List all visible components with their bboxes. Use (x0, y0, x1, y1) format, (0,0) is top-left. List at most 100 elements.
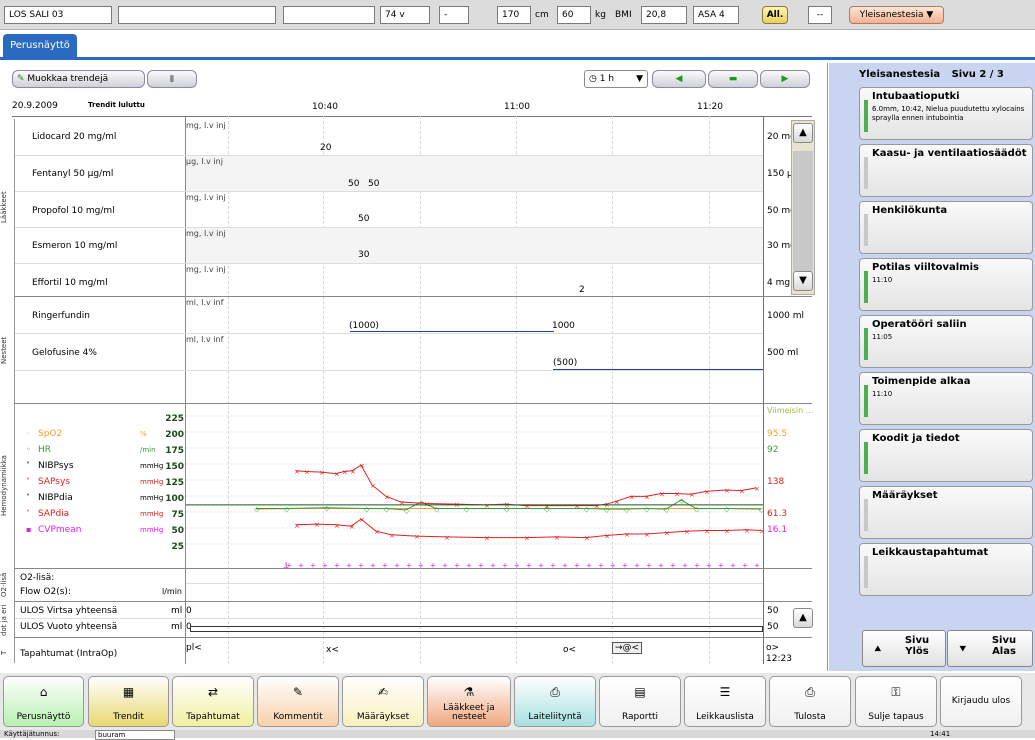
nav-button[interactable]: ⎙ Laiteliityntä (514, 676, 596, 727)
fluid-total: 500 ml (767, 348, 799, 358)
sapdia-line-point: × (644, 531, 650, 539)
series-unit: mmHg (140, 478, 164, 486)
hr-line-point: ◇ (404, 507, 410, 515)
sapsys-line-point: × (659, 491, 665, 499)
hr-line-point: ◇ (254, 505, 260, 513)
output-bar (190, 626, 763, 632)
hr-line-point: ◇ (434, 505, 440, 513)
card-title: Kaasu- ja ventilaatiosäädöt (872, 148, 1027, 159)
nav-label: Trendit (113, 712, 144, 722)
nav-button[interactable]: ⌂ Perusnäyttö (3, 676, 84, 727)
event-mark[interactable]: pl< (186, 643, 202, 653)
latest-value: 92 (767, 445, 779, 455)
row-divider (15, 227, 763, 228)
procedure-card[interactable]: Intubaatioputki 6.0mm, 10:42, Nielua puud… (859, 87, 1033, 140)
sapdia-line-point: × (374, 528, 380, 536)
nav-button[interactable]: ☰ Leikkauslista (684, 676, 766, 727)
anesthesia-type-button[interactable]: Yleisanestesia ▼ (849, 6, 944, 24)
meds-scroll-thumb[interactable] (793, 151, 813, 271)
scroll-right-button[interactable]: ▶ (760, 70, 810, 88)
nav-button[interactable]: ✎ Kommentit (257, 676, 339, 727)
nav-button[interactable]: ⎙ Tulosta (769, 676, 851, 727)
range-select[interactable]: ◷ 1 h ▼ (584, 70, 648, 88)
nav-button[interactable]: ⚗ Lääkkeet ja nesteet (427, 676, 511, 727)
procedure-card[interactable]: Toimenpide alkaa 11:10 (859, 372, 1033, 425)
chevron-down-icon: ▼ (636, 74, 643, 84)
sapdia-line-point: × (664, 530, 670, 538)
sapdia-line-point: × (554, 534, 560, 542)
event-mark[interactable]: o< (563, 645, 576, 655)
section-rule (14, 637, 812, 638)
nav-button[interactable]: Kirjaudu ulos (940, 676, 1022, 727)
procedure-card[interactable]: Operatööri saliin 11:05 (859, 315, 1033, 368)
sapsys-line-point: × (350, 468, 356, 476)
card-title: Potilas viiltovalmis (872, 262, 979, 273)
hr-line-point: ◇ (324, 505, 330, 513)
nav-button[interactable]: ▤ Raportti (599, 676, 681, 727)
procedure-card[interactable]: Kaasu- ja ventilaatiosäädöt (859, 144, 1033, 197)
series-unit: mmHg (140, 494, 164, 502)
clock-icon: ◷ (589, 74, 597, 84)
edit-trends-button[interactable]: ✎ Muokkaa trendejä (12, 70, 145, 88)
nav-button[interactable]: ⇄ Tapahtumat (172, 676, 254, 727)
event-mark[interactable]: x< (326, 645, 339, 655)
procedure-card[interactable]: Leikkaustapahtumat (859, 543, 1033, 596)
scroll-up-button[interactable]: ▲ (793, 123, 813, 143)
series-unit: % (140, 430, 147, 438)
hr-line-point: ◇ (679, 497, 685, 505)
bmi-field: 20,8 (641, 6, 687, 24)
latest-values-label: Viimeisin ... (767, 406, 814, 415)
series-marker-icon: ˅ (26, 461, 30, 470)
page-down-button[interactable]: ⯆ Sivu Alas (947, 630, 1033, 667)
asa-field: ASA 4 (693, 6, 739, 24)
output-scroll-up-button[interactable]: ▲ (793, 608, 813, 628)
status-indicator (864, 385, 868, 417)
procedure-card[interactable]: Henkilökunta (859, 201, 1033, 254)
series-unit: mmHg (140, 510, 164, 518)
patient-id-field (118, 6, 276, 24)
scale-tick-label: 150 (165, 462, 184, 472)
meds-scrollbar[interactable]: ▲ ▼ (791, 120, 815, 295)
print-trends-button[interactable]: ▮ (147, 70, 197, 88)
row-divider (15, 333, 763, 334)
allergy-button[interactable]: All. (762, 6, 788, 24)
arrow-down-icon: ⯆ (958, 642, 968, 656)
nav-label: Sulje tapaus (868, 712, 924, 722)
age-field: 74 v (380, 6, 430, 24)
tab-main-view[interactable]: Perusnäyttö (3, 34, 77, 60)
nav-button[interactable]: ⚿ Sulje tapaus (855, 676, 937, 727)
procedure-card[interactable]: Määräykset (859, 486, 1033, 539)
trend-panel: ✎ Muokkaa trendejä ▮ ◷ 1 h ▼ ◀ ▬ ▶ 20.9.… (0, 63, 828, 671)
med-unit: mg, I.v inj (186, 229, 226, 238)
sapdia-line-point: × (414, 533, 420, 541)
nav-button[interactable]: ✍ Määräykset (342, 676, 424, 727)
sex-field: - (439, 6, 469, 24)
scale-tick-label: 200 (165, 430, 184, 440)
status-indicator (864, 499, 868, 531)
section-events-label: T (0, 650, 8, 656)
nav-button[interactable]: ▦ Trendit (88, 676, 169, 727)
scale-tick-label: 100 (165, 494, 184, 504)
sapdia-line-point: × (744, 527, 750, 535)
reset-view-button[interactable]: ▬ (708, 70, 758, 88)
nav-label: Kommentit (273, 712, 323, 722)
fluid-total: 1000 ml (767, 311, 805, 321)
scale-tick-label: 75 (171, 510, 184, 520)
time-label-1100: 11:00 (504, 102, 530, 112)
series-marker-icon: ◦ (26, 429, 31, 438)
med-total: 4 mg (767, 278, 791, 288)
grid-vline (709, 116, 710, 664)
scroll-left-button[interactable]: ◀ (652, 70, 706, 88)
event-mark[interactable]: →@< (612, 642, 643, 654)
status-indicator (864, 214, 868, 246)
med-unit: mg, I.v inj (186, 121, 226, 130)
procedure-card[interactable]: Potilas viiltovalmis 11:10 (859, 258, 1033, 311)
page-up-button[interactable]: ⯅ Sivu Ylös (862, 630, 946, 667)
scroll-down-button[interactable]: ▼ (793, 271, 813, 291)
sapdia-line-point: × (704, 527, 710, 535)
med-unit: mg, I.v inj (186, 265, 226, 274)
list-icon: ☰ (719, 685, 731, 699)
sapsys-line-point: × (574, 503, 580, 511)
sapsys-line-point: × (359, 462, 365, 470)
procedure-card[interactable]: Koodit ja tiedot (859, 429, 1033, 482)
